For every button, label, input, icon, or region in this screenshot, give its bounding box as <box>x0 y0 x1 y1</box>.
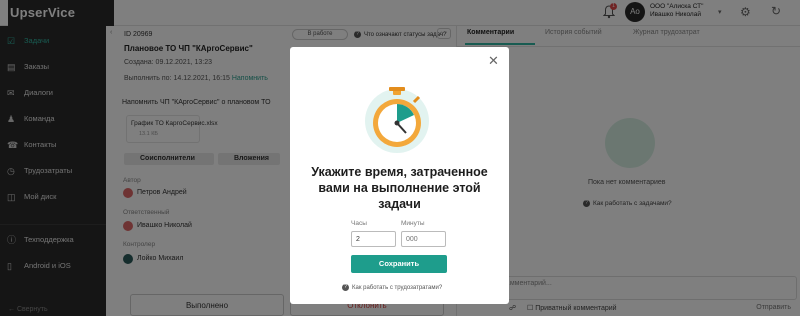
close-icon[interactable]: ✕ <box>488 53 499 69</box>
minutes-label: Минуты <box>401 220 425 227</box>
how-to-labor-label: Как работать с трудозатратами? <box>352 285 443 292</box>
how-to-labor-link[interactable]: ? Как работать с трудозатратами? <box>342 284 442 291</box>
hours-label: Часы <box>351 220 367 227</box>
time-spent-modal: ✕ Укажите время, затраченное вами на вып… <box>290 47 509 304</box>
app-root: UpserVice 1 Ao ООО "Алиска СТ" Ивашко Ни… <box>0 0 800 316</box>
hours-input[interactable] <box>351 231 396 247</box>
save-button[interactable]: Сохранить <box>351 255 447 273</box>
question-icon: ? <box>342 284 349 291</box>
modal-heading: Укажите время, затраченное вами на выпол… <box>311 165 488 211</box>
minutes-input[interactable] <box>401 231 446 247</box>
stopwatch-icon <box>365 87 429 153</box>
